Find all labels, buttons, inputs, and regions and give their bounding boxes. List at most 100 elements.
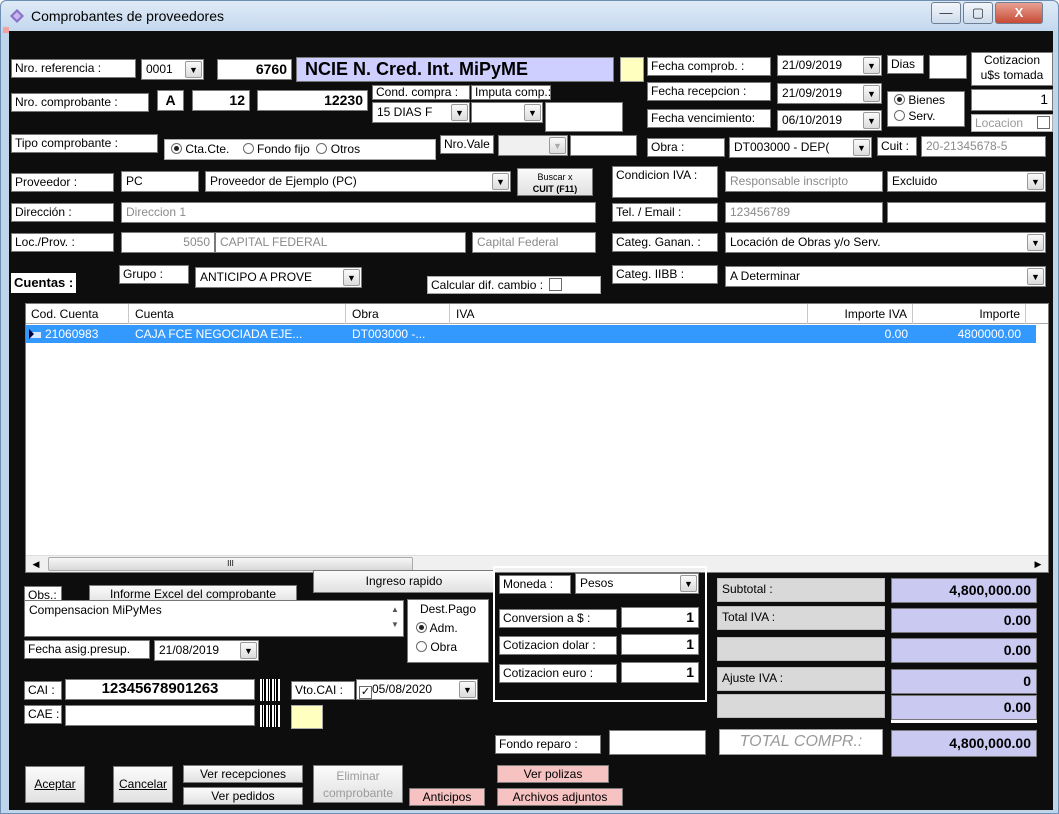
fecha-asig-picker[interactable]: 21/08/2019 ▼ [154,640,259,661]
moneda-select[interactable]: Pesos ▼ [575,573,699,594]
cae-input[interactable] [65,705,255,726]
letra-comprobante-input[interactable]: A [157,90,184,111]
cuit-label: Cuit : [877,137,917,156]
minimize-button[interactable]: — [931,2,961,24]
nro-referencia-label: Nro. referencia : [11,59,136,78]
archivos-adjuntos-button[interactable]: Archivos adjuntos [497,788,623,806]
grid-header: Cod. Cuenta Cuenta Obra IVA Importe IVA … [26,304,1048,324]
tipo-otros-radio[interactable]: Otros [316,142,360,156]
table-row[interactable]: 21060983 CAJA FCE NEGOCIADA EJE... DT003… [26,325,1036,343]
locacion-checkbox[interactable]: Locacion [971,114,1053,132]
observaciones-textarea[interactable]: Compensacion MiPyMes ▲ ▼ [24,600,404,637]
cuit-input[interactable]: 20-21345678-5 [921,136,1046,157]
nro-referencia-serie-select[interactable]: 0001 ▼ [141,59,204,80]
calcular-dif-cambio-checkbox[interactable]: Calcular dif. cambio : [427,276,601,294]
ver-recepciones-button[interactable]: Ver recepciones [183,765,303,783]
nro-comprobante-input[interactable]: 12230 [257,90,368,111]
categ-ganan-select[interactable]: Locación de Obras y/o Serv. ▼ [725,232,1046,253]
ver-pedidos-button[interactable]: Ver pedidos [183,787,303,805]
nro-vale-select[interactable]: ▼ [498,135,568,156]
cotizacion-input[interactable]: 1 [971,89,1053,111]
dest-pago-group: Dest.Pago Adm. Obra [407,599,489,663]
vto-cai-picker[interactable]: ✓ 05/08/2020 ▼ [356,679,478,700]
proveedor-select[interactable]: Proveedor de Ejemplo (PC) ▼ [205,171,511,192]
close-button[interactable]: X [995,2,1043,24]
barcode-icon[interactable] [260,705,280,727]
cai-label: CAI : [24,681,62,700]
col-obra[interactable]: Obra [347,304,450,324]
scroll-thumb[interactable]: III [48,557,413,571]
chevron-down-icon: ▼ [1027,268,1044,285]
obra-label: Obra : [647,138,725,157]
provincia-input[interactable]: Capital Federal [472,232,596,253]
col-importe[interactable]: Importe [914,304,1026,324]
app-icon [10,9,24,23]
cancelar-button[interactable]: Cancelar [113,766,173,803]
imputa-comp-select[interactable]: ▼ [471,102,543,123]
chevron-down-icon: ▼ [863,57,880,74]
conversion-input[interactable]: 1 [621,607,699,628]
cond-iva-select[interactable]: Excluido ▼ [887,171,1046,192]
scroll-left-icon[interactable]: ◀ [28,557,44,571]
proveedor-code-input[interactable]: PC [121,171,199,192]
localidad-input[interactable]: CAPITAL FEDERAL [215,232,466,253]
cond-iva-input[interactable]: Responsable inscripto [725,171,883,192]
dias-input[interactable] [929,55,967,79]
punto-venta-input[interactable]: 12 [192,90,250,111]
dest-adm-radio[interactable]: Adm. [416,619,488,638]
fecha-recepcion-picker[interactable]: 21/09/2019 ▼ [777,83,882,104]
fecha-comprob-picker[interactable]: 21/09/2019 ▼ [777,55,882,76]
fecha-vencimiento-picker[interactable]: 06/10/2019 ▼ [777,110,882,131]
categ-iibb-select[interactable]: A Determinar ▼ [725,266,1046,287]
col-iva[interactable]: IVA [451,304,808,324]
proveedor-label: Proveedor : [11,173,114,192]
tipo-fondo-radio[interactable]: Fondo fijo [242,142,310,156]
buscar-cuit-button[interactable]: Buscar x CUIT (F11) [517,168,593,196]
serv-radio[interactable]: Serv. [894,108,964,124]
direccion-input[interactable]: Direccion 1 [121,202,596,223]
bienes-radio[interactable]: Bienes [894,92,964,108]
cot-euro-input[interactable]: 1 [621,662,699,683]
nro-vale-input[interactable] [570,135,637,156]
eliminar-comprobante-button[interactable]: Eliminar comprobante [313,765,403,803]
chevron-down-icon: ▼ [549,137,566,154]
ajuste-iva-value: 0 [891,669,1037,694]
nro-comprobante-label: Nro. comprobante : [11,93,149,112]
cai-input[interactable]: 12345678901263 [65,679,255,700]
fecha-vencimiento-label: Fecha vencimiento: [647,109,771,128]
col-cod-cuenta[interactable]: Cod. Cuenta [26,304,129,324]
chevron-down-icon: ▼ [853,139,870,156]
ver-polizas-button[interactable]: Ver polizas [497,765,609,783]
telefono-input[interactable]: 123456789 [725,202,883,223]
email-input[interactable] [887,202,1046,223]
cond-compra-select[interactable]: 15 DIAS F ▼ [372,102,470,123]
dest-obra-radio[interactable]: Obra [416,638,488,657]
maximize-button[interactable]: ▢ [963,2,993,24]
anticipos-button[interactable]: Anticipos [409,788,485,806]
textarea-scroll-icon[interactable]: ▲ ▼ [388,602,402,635]
cuentas-grid[interactable]: Cod. Cuenta Cuenta Obra IVA Importe IVA … [25,303,1049,573]
scroll-right-icon[interactable]: ▶ [1030,557,1046,571]
barcode-icon[interactable] [260,679,280,701]
obra-select[interactable]: DT003000 - DEP(▼ [729,137,872,158]
imputa-comp-input[interactable] [545,102,623,132]
title-bar[interactable]: Comprobantes de proveedores — ▢ X [1,1,1058,31]
nro-referencia-input[interactable]: 6760 [217,59,292,80]
aceptar-button[interactable]: Aceptar [25,766,85,803]
chevron-down-icon: ▼ [343,269,360,286]
chevron-down-icon: ▼ [524,104,541,121]
fondo-reparo-input[interactable] [609,730,706,755]
grupo-select[interactable]: ANTICIPO A PROVE ▼ [195,267,362,288]
tel-email-label: Tel. / Email : [612,203,718,222]
col-cuenta[interactable]: Cuenta [130,304,346,324]
subtotal-label: Subtotal : [717,578,885,602]
tipo-cta-radio[interactable]: Cta.Cte. [171,142,229,156]
chevron-down-icon: ▼ [1027,234,1044,251]
ingreso-rapido-button[interactable]: Ingreso rapido [313,570,495,593]
codigo-postal-input[interactable]: 5050 [121,232,215,253]
col-importe-iva[interactable]: Importe IVA [809,304,913,324]
ajuste-iva-label: Ajuste IVA : [717,667,885,691]
cot-dolar-input[interactable]: 1 [621,634,699,655]
total-value: 4,800,000.00 [891,730,1037,757]
imputa-comp-label: Imputa comp.: [471,85,551,100]
